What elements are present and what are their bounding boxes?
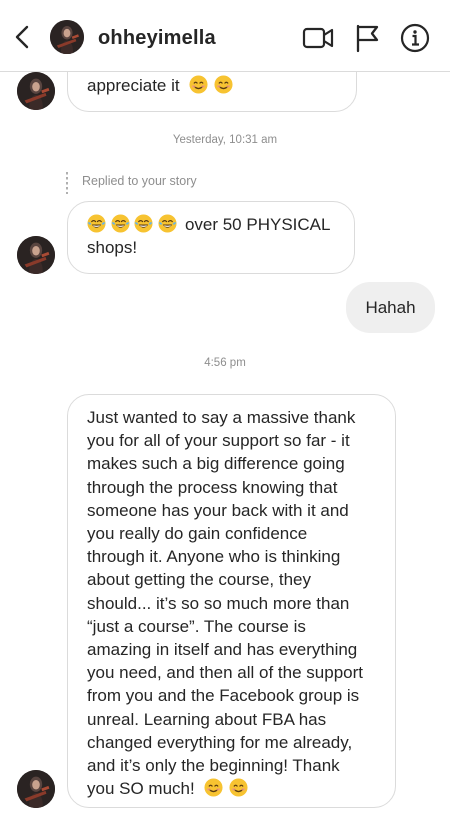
message-line: Just wanted to say a massive thank — [87, 408, 356, 427]
smiling-face-emoji-icon — [189, 75, 208, 94]
message-line: makes such a big difference going — [87, 454, 345, 474]
message-line: amazing in itself and has everything — [87, 640, 358, 660]
message-line: “just a course”. The course is — [87, 616, 306, 636]
smiling-face-emoji-icon — [214, 75, 233, 94]
message-bubble-outgoing[interactable]: Hahah — [346, 282, 435, 333]
timestamp: Yesterday, 10:31 am — [172, 134, 278, 146]
back-chevron-icon[interactable] — [10, 22, 36, 52]
flag-icon[interactable] — [353, 23, 385, 53]
sender-avatar[interactable] — [17, 236, 55, 274]
message-line: you for all of your support so far - it — [87, 431, 350, 451]
chat-header: ohheyimella — [0, 0, 450, 72]
message-line: and it’s only the beginning! Thank — [87, 756, 340, 776]
info-icon[interactable] — [400, 23, 430, 53]
video-camera-icon[interactable] — [302, 23, 334, 53]
timestamp: 4:56 pm — [204, 357, 246, 369]
message-line: unreal. Learning about FBA has — [87, 709, 327, 729]
smiling-face-emoji-icon — [229, 778, 248, 797]
message-line: through it. Anyone who is thinking — [87, 547, 341, 567]
message-line: you need, and then all of the support — [87, 663, 363, 683]
message-line: from you and the Facebook group is — [87, 686, 360, 706]
message-body: Just wanted to say a massive thank you f… — [87, 406, 395, 800]
message-line: should... it’s so so much more than — [87, 593, 350, 613]
message-line: through the process knowing that — [87, 477, 338, 497]
message-bubble-incoming[interactable]: Just wanted to say a massive thank you f… — [67, 394, 396, 808]
story-reply-note: Replied to your story — [82, 174, 197, 188]
tears-of-joy-emoji-icon — [134, 214, 153, 233]
message-bubble-incoming[interactable]: over 50 PHYSICAL shops! — [67, 201, 355, 274]
message-text: shops! — [87, 237, 138, 257]
tears-of-joy-emoji-icon — [158, 214, 177, 233]
message-text: appreciate it — [87, 76, 180, 95]
message-line: you really do gain confidence — [87, 524, 308, 544]
message-text: Hahah — [365, 298, 416, 317]
sender-avatar[interactable] — [17, 770, 55, 808]
tears-of-joy-emoji-icon — [87, 214, 106, 233]
sender-avatar[interactable] — [17, 72, 55, 110]
message-line: about getting the course, they — [87, 570, 311, 590]
smiling-face-emoji-icon — [204, 778, 223, 797]
message-text: over 50 PHYSICAL — [184, 215, 331, 234]
tears-of-joy-emoji-icon — [111, 214, 130, 233]
message-line: over 50 PHYSICAL — [87, 214, 354, 237]
reply-indicator-bar — [66, 172, 68, 194]
message-line: someone has your back with it and — [87, 500, 349, 520]
message-text: you SO much! — [87, 779, 195, 799]
message-line: you SO much! — [87, 777, 395, 800]
message-line: changed everything for me already, — [87, 732, 353, 752]
chat-username[interactable]: ohheyimella — [98, 27, 216, 50]
header-avatar[interactable] — [50, 20, 84, 54]
